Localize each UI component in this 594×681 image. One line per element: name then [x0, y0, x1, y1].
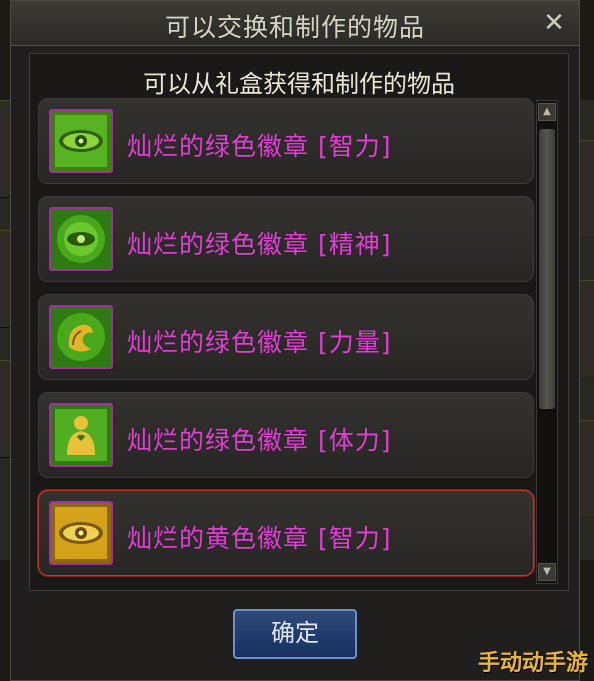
watermark: 手动动手游	[477, 651, 588, 676]
window-title: 可以交换和制作的物品	[164, 13, 425, 42]
window-titlebar[interactable]: 可以交换和制作的物品 ✕	[11, 1, 579, 46]
strength-emblem-icon	[49, 305, 113, 369]
list-item[interactable]: 灿烂的绿色徽章 [智力]	[38, 98, 534, 184]
panel-subtitle: 可以从礼盒获得和制作的物品	[143, 70, 455, 98]
eye-emblem-icon	[49, 501, 113, 565]
scroll-down-arrow-icon[interactable]: ▼	[538, 563, 556, 581]
scroll-up-arrow-icon[interactable]: ▲	[538, 103, 556, 121]
list-scrollbar[interactable]: ▲ ▼	[536, 100, 558, 584]
confirm-button[interactable]: 确定	[233, 609, 357, 659]
items-panel: 可以从礼盒获得和制作的物品 灿烂的绿色徽章 [智力] 灿烂的绿色徽章 [精神]	[29, 53, 569, 591]
stamina-emblem-icon	[49, 403, 113, 467]
list-item[interactable]: 灿烂的绿色徽章 [精神]	[38, 196, 534, 282]
spirit-eye-emblem-icon	[49, 207, 113, 271]
item-label: 灿烂的绿色徽章 [力量]	[127, 328, 392, 357]
eye-emblem-icon	[49, 109, 113, 173]
exchange-items-window: 可以交换和制作的物品 ✕ 可以从礼盒获得和制作的物品 灿烂的绿色徽章 [智力] …	[10, 0, 580, 681]
item-label: 灿烂的黄色徽章 [智力]	[127, 524, 392, 553]
scrollbar-thumb[interactable]	[539, 129, 555, 409]
list-item[interactable]: 灿烂的绿色徽章 [力量]	[38, 294, 534, 380]
item-label: 灿烂的绿色徽章 [精神]	[127, 230, 392, 259]
list-item[interactable]: 灿烂的绿色徽章 [体力]	[38, 392, 534, 478]
item-label: 灿烂的绿色徽章 [智力]	[127, 132, 392, 161]
close-button[interactable]: ✕	[541, 10, 567, 36]
item-label: 灿烂的绿色徽章 [体力]	[127, 426, 392, 455]
list-item-selected[interactable]: 灿烂的黄色徽章 [智力]	[37, 489, 535, 577]
